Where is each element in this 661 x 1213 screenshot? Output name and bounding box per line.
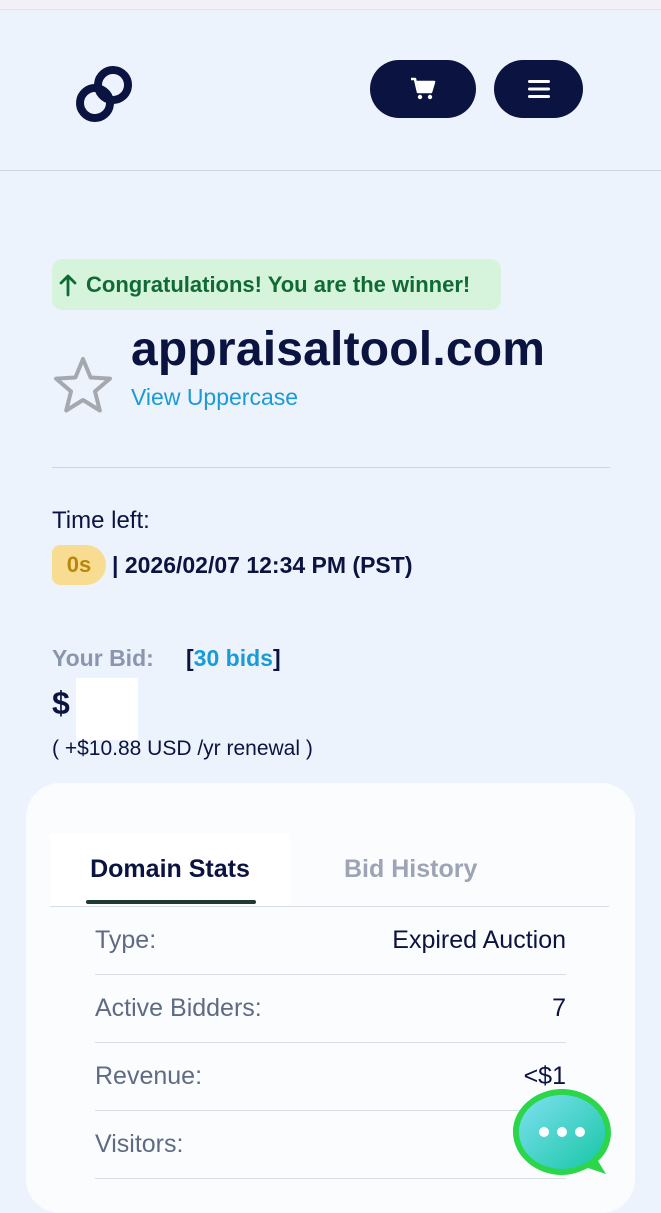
your-bid-label: Your Bid:	[52, 645, 154, 671]
winner-banner: Congratulations! You are the winner!	[52, 259, 501, 310]
stat-row-revenue: Revenue: <$1	[95, 1043, 566, 1111]
tab-bar: Domain Stats Bid History	[50, 833, 609, 907]
tab-label: Domain Stats	[90, 855, 250, 883]
tab-bid-history[interactable]: Bid History	[344, 833, 477, 906]
chat-bubble-icon[interactable]	[510, 1086, 614, 1178]
cart-button[interactable]	[370, 60, 476, 118]
stat-row-visitors: Visitors:	[95, 1111, 566, 1179]
site-header	[0, 10, 661, 171]
countdown-badge: 0s	[52, 545, 106, 585]
stat-row-type: Type: Expired Auction	[95, 907, 566, 975]
cart-icon	[411, 77, 436, 100]
stat-value: 7	[552, 994, 566, 1022]
renewal-price: ( +$10.88 USD /yr renewal )	[52, 737, 313, 760]
menu-button[interactable]	[494, 60, 583, 118]
view-uppercase-link[interactable]: View Uppercase	[131, 384, 298, 411]
winner-text: Congratulations! You are the winner!	[86, 271, 471, 297]
time-left-label: Time left:	[52, 507, 150, 534]
arrow-up-icon	[58, 273, 78, 297]
link-chain-icon[interactable]	[74, 62, 134, 126]
stat-key: Active Bidders:	[95, 994, 262, 1022]
divider	[52, 467, 610, 468]
tab-label: Bid History	[344, 855, 478, 883]
active-tab-indicator	[86, 900, 256, 904]
stat-value: Expired Auction	[392, 926, 566, 954]
bids-word[interactable]: bids	[226, 645, 273, 671]
stat-key: Type:	[95, 926, 157, 954]
bracket-close: ]	[272, 645, 281, 671]
hamburger-menu-icon	[527, 80, 550, 98]
stat-key: Visitors:	[95, 1130, 184, 1158]
redacted-bid-value	[76, 678, 138, 740]
star-outline-icon[interactable]	[52, 355, 114, 415]
domain-title: appraisaltool.com	[131, 323, 546, 376]
time-row: 0s | 2026/02/07 12:34 PM (PST)	[52, 545, 412, 585]
stat-row-active-bidders: Active Bidders: 7	[95, 975, 566, 1043]
auction-end-time: | 2026/02/07 12:34 PM (PST)	[112, 551, 413, 578]
bids-count[interactable]: 30	[194, 645, 220, 671]
stat-key: Revenue:	[95, 1062, 203, 1090]
tab-domain-stats[interactable]: Domain Stats	[50, 833, 290, 906]
bracket-open: [	[186, 645, 194, 671]
bid-amount: $	[52, 685, 70, 721]
status-strip	[0, 0, 661, 10]
bids-count-link[interactable]: [30 bids]	[186, 645, 281, 672]
